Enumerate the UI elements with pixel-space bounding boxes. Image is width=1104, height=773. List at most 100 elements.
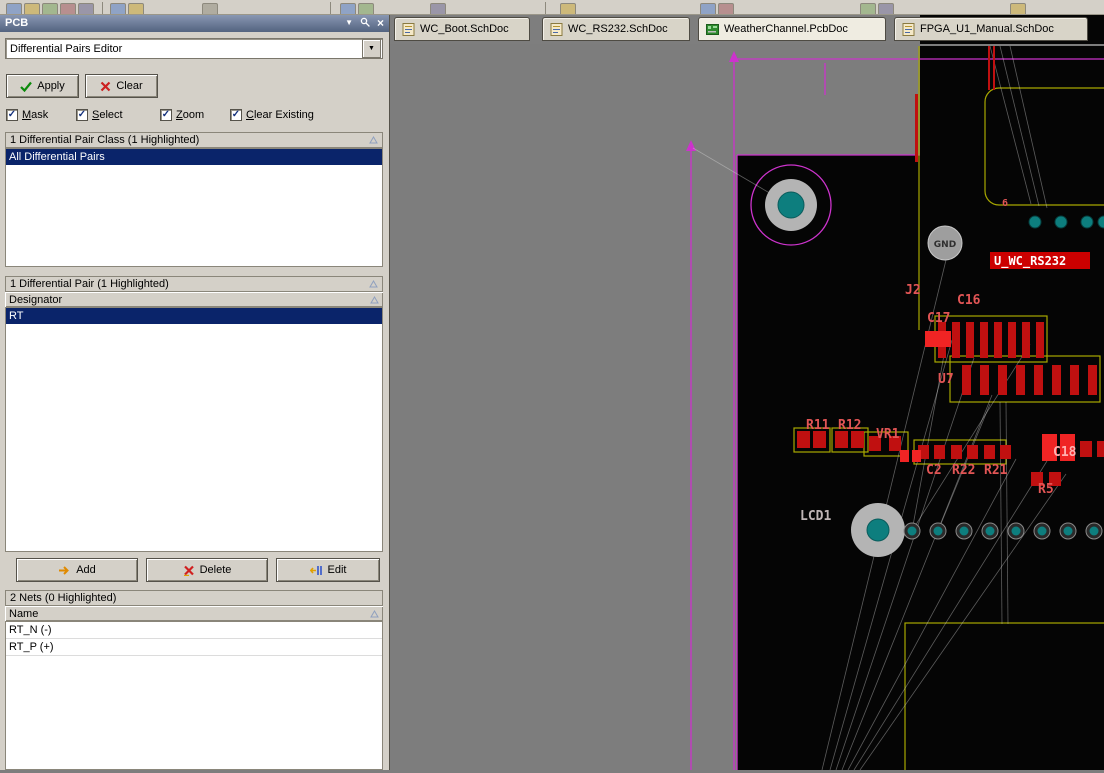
toolbar-icon[interactable] (718, 3, 734, 14)
toolbar-icon[interactable] (60, 3, 76, 14)
schdoc-icon (402, 22, 415, 36)
tab-label: WC_RS232.SchDoc (568, 23, 668, 35)
nets-list-header[interactable]: 2 Nets (0 Highlighted) (5, 590, 383, 606)
clear-button-label: Clear (116, 80, 143, 92)
edit-button-label: Edit (327, 564, 347, 576)
combo-dropdown-button[interactable]: ▼ (362, 39, 381, 58)
toolbar-icon[interactable] (202, 3, 218, 14)
tab-fpga-u1-manual-schdoc[interactable]: FPGA_U1_Manual.SchDoc (894, 17, 1088, 41)
designator-u7: U7 (938, 372, 954, 387)
edit-icon (309, 565, 322, 575)
toolbar-icon[interactable] (878, 3, 894, 14)
pcb-workspace[interactable]: U_WC_RS232 J2 C16 C17 U7 R11 R12 VR1 C2 … (390, 44, 1104, 773)
clear-existing-checkbox[interactable]: ✓ Clear Existing (230, 109, 314, 121)
apply-button-label: Apply (37, 80, 65, 92)
designator-c18: C18 (1053, 445, 1077, 460)
editor-mode-select[interactable]: Differential Pairs Editor ▼ (5, 38, 383, 59)
toolbar-icon[interactable] (110, 3, 126, 14)
designator-j2: J2 (905, 283, 921, 298)
close-icon[interactable]: × (377, 17, 384, 29)
pair-list-header-label: 1 Differential Pair (1 Highlighted) (10, 278, 169, 290)
designator-r22: R22 (952, 463, 975, 478)
toolbar-icon[interactable] (24, 3, 40, 14)
name-column-label: Name (9, 607, 39, 620)
schdoc-icon (550, 22, 563, 36)
editor-mode-value: Differential Pairs Editor (10, 42, 123, 55)
checkbox-check-icon: ✓ (6, 109, 18, 121)
panel-titlebar[interactable]: PCB ▼ × (0, 14, 389, 32)
toolbar-icon[interactable] (6, 3, 22, 14)
toolbar-icon[interactable] (560, 3, 576, 14)
toolbar-separator (545, 2, 546, 14)
checkbox-label: Clear Existing (246, 109, 314, 121)
zoom-checkbox[interactable]: ✓ Zoom (160, 109, 204, 121)
toolbar-icon[interactable] (42, 3, 58, 14)
toolbar-icon[interactable] (358, 3, 374, 14)
checkbox-check-icon: ✓ (230, 109, 242, 121)
class-list-header[interactable]: 1 Differential Pair Class (1 Highlighted… (5, 132, 383, 148)
tab-weatherchannel-pcbdoc[interactable]: WeatherChannel.PcbDoc (698, 17, 886, 41)
net-label-u-wc-rs232: U_WC_RS232 (994, 254, 1066, 269)
chevron-down-icon[interactable]: ▼ (345, 19, 353, 27)
designator-r12: R12 (838, 418, 861, 433)
toolbar-icon[interactable] (700, 3, 716, 14)
schdoc-icon (902, 22, 915, 36)
delete-button-label: Delete (199, 564, 232, 576)
checkbox-label: Select (92, 109, 123, 121)
pair-list[interactable]: RT (5, 307, 383, 552)
name-column-header[interactable]: Name (5, 606, 383, 621)
designator-vr1: VR1 (876, 427, 900, 442)
nets-list[interactable]: RT_N (-) RT_P (+) (5, 621, 383, 770)
add-button[interactable]: Add (16, 558, 138, 582)
designator-lcd1: LCD1 (800, 509, 831, 524)
checkbox-label: Mask (22, 109, 49, 121)
toolbar-icon[interactable] (1010, 3, 1026, 14)
toolbar-icon[interactable] (430, 3, 446, 14)
pin-icon[interactable] (360, 17, 370, 30)
pin-number-6: 6 (1002, 198, 1008, 209)
designator-c17: C17 (927, 311, 950, 326)
toolbar-icon[interactable] (860, 3, 876, 14)
pcb-canvas[interactable]: U_WC_RS232 J2 C16 C17 U7 R11 R12 VR1 C2 … (390, 44, 1104, 773)
net-list-item[interactable]: RT_P (+) (6, 639, 382, 656)
class-list-header-label: 1 Differential Pair Class (1 Highlighted… (10, 134, 200, 146)
tab-label: WeatherChannel.PcbDoc (724, 23, 848, 35)
delete-button[interactable]: Delete (146, 558, 268, 582)
apply-button[interactable]: Apply (6, 74, 79, 98)
sort-ascending-icon (370, 295, 379, 303)
tab-label: FPGA_U1_Manual.SchDoc (920, 23, 1054, 35)
pcbdoc-icon (706, 23, 719, 35)
gnd-via-label: GND (934, 240, 956, 250)
clear-button[interactable]: Clear (85, 74, 158, 98)
sort-ascending-icon (370, 609, 379, 617)
class-list-item[interactable]: All Differential Pairs (6, 149, 382, 165)
nets-list-header-label: 2 Nets (0 Highlighted) (10, 592, 117, 604)
toolbar-icon[interactable] (128, 3, 144, 14)
toolbar-separator (102, 2, 103, 14)
document-tabbar: WC_Boot.SchDoc WC_RS232.SchDoc WeatherCh… (390, 14, 1104, 44)
delete-icon (183, 565, 194, 576)
select-checkbox[interactable]: ✓ Select (76, 109, 123, 121)
apply-check-icon (20, 81, 33, 92)
designator-r5: R5 (1038, 482, 1054, 497)
checkbox-check-icon: ✓ (160, 109, 172, 121)
designator-column-header[interactable]: Designator (5, 292, 383, 307)
tab-wc-boot-schdoc[interactable]: WC_Boot.SchDoc (394, 17, 530, 41)
designator-r21: R21 (984, 463, 1008, 478)
mask-checkbox[interactable]: ✓ Mask (6, 109, 48, 121)
toolbar-icon[interactable] (340, 3, 356, 14)
edit-button[interactable]: Edit (276, 558, 380, 582)
sort-ascending-icon (369, 136, 378, 144)
pcb-panel: PCB ▼ × Differential Pairs Editor ▼ Appl… (0, 14, 390, 770)
pair-list-item[interactable]: RT (6, 308, 382, 324)
add-icon (59, 565, 70, 575)
tab-wc-rs232-schdoc[interactable]: WC_RS232.SchDoc (542, 17, 690, 41)
clear-x-icon (101, 81, 111, 91)
class-list[interactable]: All Differential Pairs (5, 148, 383, 267)
net-list-item[interactable]: RT_N (-) (6, 622, 382, 639)
toolbar-icon[interactable] (78, 3, 94, 14)
pair-list-header[interactable]: 1 Differential Pair (1 Highlighted) (5, 276, 383, 292)
add-button-label: Add (76, 564, 96, 576)
designator-c2: C2 (926, 463, 942, 478)
net-label-highlight: U_WC_RS232 (990, 252, 1090, 269)
